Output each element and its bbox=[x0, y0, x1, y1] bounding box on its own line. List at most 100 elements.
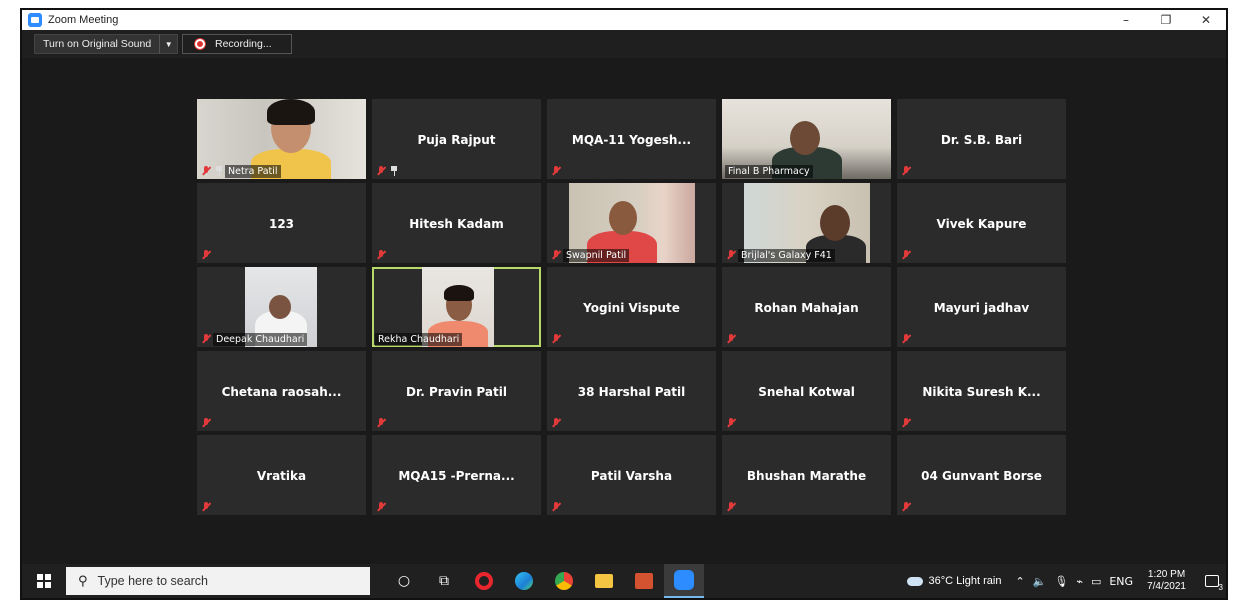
participant-name: Puja Rajput bbox=[417, 133, 496, 147]
clock-date: 7/4/2021 bbox=[1147, 581, 1186, 592]
participant-name: 123 bbox=[268, 217, 295, 231]
notification-count: 3 bbox=[1218, 583, 1223, 592]
participant-tile[interactable]: 123 bbox=[197, 183, 366, 263]
zoom-logo-icon bbox=[28, 13, 42, 27]
record-icon bbox=[195, 39, 205, 49]
muted-mic-icon bbox=[551, 418, 561, 428]
muted-mic-icon bbox=[551, 502, 561, 512]
participant-tile[interactable]: Patil Varsha bbox=[547, 435, 716, 515]
participant-tile[interactable]: Deepak Chaudhari bbox=[197, 267, 366, 347]
muted-mic-icon bbox=[551, 250, 561, 260]
participant-tile[interactable]: Nikita Suresh K... bbox=[897, 351, 1066, 431]
start-button[interactable] bbox=[22, 564, 66, 598]
participant-name: Rekha Chaudhari bbox=[375, 333, 463, 346]
muted-mic-icon bbox=[901, 250, 911, 260]
participant-name: MQA-11 Yogesh... bbox=[571, 133, 692, 147]
participant-tile[interactable]: Puja Rajput bbox=[372, 99, 541, 179]
edge-app[interactable] bbox=[504, 564, 544, 598]
participant-name: Vratika bbox=[256, 469, 307, 483]
taskbar-apps: ○ ⧉ bbox=[384, 564, 704, 598]
participant-tile[interactable]: Bhushan Marathe bbox=[722, 435, 891, 515]
participant-name: 38 Harshal Patil bbox=[577, 385, 686, 399]
participant-tile[interactable]: Dr. S.B. Bari bbox=[897, 99, 1066, 179]
muted-mic-icon bbox=[201, 166, 211, 176]
participant-name: Yogini Vispute bbox=[583, 301, 680, 315]
minimize-icon[interactable]: – bbox=[1106, 10, 1146, 30]
zoom-app[interactable] bbox=[664, 564, 704, 598]
cloud-icon bbox=[906, 576, 923, 586]
participant-tile[interactable]: MQA-11 Yogesh... bbox=[547, 99, 716, 179]
cortana-icon[interactable]: ○ bbox=[384, 564, 424, 598]
participant-tile[interactable]: Swapnil Patil bbox=[547, 183, 716, 263]
person-head bbox=[820, 205, 850, 241]
taskbar-search[interactable]: ⚲ Type here to search bbox=[66, 567, 370, 595]
participant-name: Deepak Chaudhari bbox=[213, 333, 308, 346]
window-title: Zoom Meeting bbox=[48, 14, 119, 26]
participant-tile[interactable]: Snehal Kotwal bbox=[722, 351, 891, 431]
powerpoint-app[interactable] bbox=[624, 564, 664, 598]
participant-tile[interactable]: Vivek Kapure bbox=[897, 183, 1066, 263]
recording-indicator[interactable]: Recording... bbox=[182, 34, 292, 54]
participant-tile[interactable]: Mayuri jadhav bbox=[897, 267, 1066, 347]
participant-tile[interactable]: 04 Gunvant Borse bbox=[897, 435, 1066, 515]
participant-tile[interactable]: Vratika bbox=[197, 435, 366, 515]
language-indicator[interactable]: ENG bbox=[1109, 575, 1133, 588]
participant-tile[interactable]: Dr. Pravin Patil bbox=[372, 351, 541, 431]
participant-tile[interactable]: Netra Patil bbox=[197, 99, 366, 179]
task-view-icon[interactable]: ⧉ bbox=[424, 564, 464, 598]
participant-name: MQA15 -Prerna... bbox=[398, 469, 515, 483]
participant-name: Bhushan Marathe bbox=[746, 469, 867, 483]
participant-tile[interactable]: Hitesh Kadam bbox=[372, 183, 541, 263]
participant-tile[interactable]: Yogini Vispute bbox=[547, 267, 716, 347]
muted-mic-icon bbox=[201, 502, 211, 512]
file-explorer-icon bbox=[595, 574, 613, 588]
opera-icon bbox=[475, 572, 493, 590]
participant-tile[interactable]: Final B Pharmacy bbox=[722, 99, 891, 179]
participant-name: Dr. S.B. Bari bbox=[940, 133, 1023, 147]
zoom-icon bbox=[674, 570, 694, 590]
weather-widget[interactable]: 36°C Light rain bbox=[906, 575, 1002, 587]
muted-mic-icon bbox=[726, 250, 736, 260]
clock-time: 1:20 PM bbox=[1147, 569, 1186, 580]
muted-mic-icon bbox=[551, 334, 561, 344]
muted-mic-icon bbox=[376, 166, 386, 176]
file-explorer-app[interactable] bbox=[584, 564, 624, 598]
weather-text: 36°C Light rain bbox=[928, 575, 1002, 587]
volume-icon[interactable]: 🔈 bbox=[1033, 575, 1047, 588]
notification-center-button[interactable]: 3 bbox=[1198, 564, 1226, 598]
participant-tile-active-speaker[interactable]: Rekha Chaudhari bbox=[372, 267, 541, 347]
chevron-down-icon[interactable]: ▼ bbox=[159, 35, 177, 53]
battery-icon[interactable]: ▭ bbox=[1091, 575, 1101, 588]
opera-app[interactable] bbox=[464, 564, 504, 598]
recording-label: Recording... bbox=[215, 38, 272, 50]
muted-mic-icon bbox=[726, 418, 736, 428]
microphone-icon[interactable]: 🎙 bbox=[1054, 575, 1068, 588]
edge-icon bbox=[515, 572, 533, 590]
muted-mic-icon bbox=[201, 250, 211, 260]
windows-logo-icon bbox=[37, 574, 51, 588]
windows-taskbar: ⚲ Type here to search ○ ⧉ 36°C Light rai… bbox=[22, 564, 1226, 598]
muted-mic-icon bbox=[551, 166, 561, 176]
muted-mic-icon bbox=[376, 502, 386, 512]
person-head bbox=[609, 201, 637, 235]
zoom-window: Zoom Meeting – ❐ ✕ Turn on Original Soun… bbox=[20, 8, 1228, 600]
muted-mic-icon bbox=[376, 418, 386, 428]
network-icon[interactable]: ⌁ bbox=[1076, 575, 1083, 588]
pin-icon bbox=[390, 166, 398, 176]
search-icon: ⚲ bbox=[78, 573, 88, 589]
person-hair bbox=[444, 285, 474, 301]
chrome-app[interactable] bbox=[544, 564, 584, 598]
muted-mic-icon bbox=[726, 502, 736, 512]
participant-tile[interactable]: 38 Harshal Patil bbox=[547, 351, 716, 431]
notification-icon bbox=[1205, 575, 1219, 587]
participant-tile[interactable]: MQA15 -Prerna... bbox=[372, 435, 541, 515]
close-icon[interactable]: ✕ bbox=[1186, 10, 1226, 30]
chevron-up-icon[interactable]: ⌃ bbox=[1015, 575, 1024, 588]
muted-mic-icon bbox=[901, 334, 911, 344]
original-sound-button[interactable]: Turn on Original Sound ▼ bbox=[34, 34, 179, 54]
participant-tile[interactable]: Rohan Mahajan bbox=[722, 267, 891, 347]
participant-tile[interactable]: Chetana raosah... bbox=[197, 351, 366, 431]
clock[interactable]: 1:20 PM 7/4/2021 bbox=[1147, 569, 1186, 593]
restore-icon[interactable]: ❐ bbox=[1146, 10, 1186, 30]
participant-tile[interactable]: Brijlal's Galaxy F41 bbox=[722, 183, 891, 263]
